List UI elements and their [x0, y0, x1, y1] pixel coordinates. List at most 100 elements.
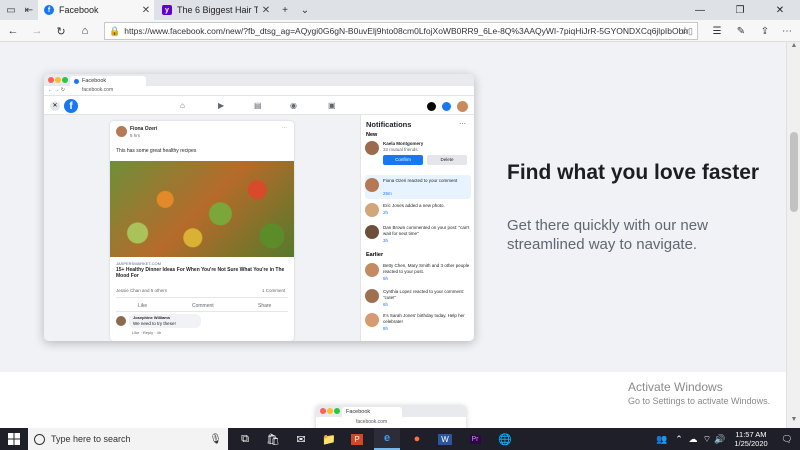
notifications-title: Notifications — [366, 120, 412, 129]
onedrive-cloud-icon[interactable]: ☁ — [686, 428, 700, 450]
preview-tab: Facebook — [70, 76, 146, 86]
profile-avatar — [457, 101, 468, 112]
scroll-up-arrow-icon[interactable]: ▲ — [787, 42, 800, 54]
maximize-button[interactable]: ❐ — [720, 0, 760, 20]
notification-item: Dan Brown commented on your post: "can't… — [365, 225, 471, 249]
forward-arrow-icon[interactable]: → — [28, 22, 46, 40]
second-preview-image: Facebook facebook.com — [316, 405, 466, 428]
facebook-f-icon: f — [44, 5, 54, 15]
people-icon[interactable]: 👥 — [654, 428, 670, 450]
edge-browser-icon[interactable]: e — [374, 428, 400, 450]
close-window-button[interactable]: ✕ — [760, 0, 800, 20]
preview-post: Fiona Ozeri 5 hrs ⋯ This has some great … — [110, 121, 294, 341]
yahoo-y-icon: y — [162, 5, 172, 15]
home-icon[interactable]: ⌂ — [76, 22, 94, 40]
taskbar-search-box[interactable]: Type here to search 🎙 — [28, 428, 228, 450]
post-menu-icon: ⋯ — [282, 125, 287, 131]
tab-hair-trends[interactable]: y The 6 Biggest Hair Trends fo ✕ — [156, 0, 274, 20]
tab-manager-icon[interactable]: ▭ — [2, 0, 20, 20]
word-document-icon[interactable]: W — [432, 428, 458, 450]
post-text: This has some great healthy recipes — [116, 148, 197, 154]
comment-text: We need to try these! — [133, 321, 176, 326]
windows-logo-icon — [8, 433, 20, 445]
volume-icon[interactable]: 🔊 — [713, 428, 727, 450]
facebook-preview-image: Facebook ← → ↻ facebook.com ✕ f ⌂ ▶ ▤ ◉ … — [44, 74, 474, 341]
notification-text: Fiona Ozeri reacted to your comment — [383, 178, 458, 183]
taskbar: Type here to search 🎙 ⧉ 🛍 ✉ 📁 P e ● W Pr… — [0, 428, 800, 450]
notifications-bell-icon — [442, 102, 451, 111]
request-mutual: 32 mutual friends — [383, 147, 418, 152]
favorites-list-icon[interactable]: ☰ — [708, 22, 726, 40]
set-aside-tabs-icon[interactable]: ⇤ — [20, 0, 38, 20]
divider — [116, 297, 288, 298]
preview-notifications-panel: Notifications ⋯ New Kaela Montgomery 32 … — [360, 115, 474, 341]
notes-pen-icon[interactable]: ✎ — [732, 22, 750, 40]
notification-time: 8h — [383, 326, 389, 331]
address-bar: ← → ↻ ⌂ 🔒 https://www.facebook.com/new/?… — [0, 20, 800, 42]
close-tab-icon[interactable]: ✕ — [138, 5, 154, 16]
close-dot-icon — [320, 408, 326, 414]
scroll-down-arrow-icon[interactable]: ▼ — [787, 416, 800, 428]
show-hidden-icons-chevron[interactable]: ⌃ — [672, 428, 686, 450]
notification-text: Cynthia Lopez reacted to your comment: "… — [383, 289, 465, 300]
close-tab-icon[interactable]: ✕ — [258, 5, 274, 16]
avatar — [116, 316, 126, 326]
preview-facebook-header: ✕ f ⌂ ▶ ▤ ◉ ▣ — [44, 97, 474, 115]
more-dots-icon: ⋯ — [459, 121, 466, 128]
marketplace-icon: ▤ — [254, 101, 262, 110]
more-dots-icon[interactable]: ⋯ — [778, 22, 796, 40]
preview-address-bar: ← → ↻ facebook.com — [44, 86, 474, 96]
preview-tab-strip: Facebook — [316, 405, 466, 417]
tab-facebook[interactable]: f Facebook ✕ — [38, 0, 154, 20]
avatar — [365, 289, 379, 303]
tab-title: Facebook — [59, 5, 99, 15]
notification-text: Dan Brown commented on your post: "can't… — [383, 225, 470, 236]
facebook-logo-icon: f — [64, 99, 78, 113]
notification-time: 2h — [383, 210, 389, 215]
preview-nav-icons: ← → ↻ — [48, 87, 65, 93]
avatar — [365, 263, 379, 277]
avatar — [365, 203, 379, 217]
minimize-dot-icon — [55, 77, 61, 83]
notification-time: 5h — [383, 276, 389, 281]
link-title: 15+ Healthy Dinner Ideas For When You're… — [116, 267, 285, 279]
file-explorer-icon[interactable]: 📁 — [316, 428, 342, 450]
scroll-thumb[interactable] — [790, 132, 798, 212]
notification-item: Cynthia Lopez reacted to your comment: "… — [365, 289, 471, 311]
refresh-icon[interactable]: ↻ — [52, 22, 70, 40]
page-scrollbar[interactable]: ▲ ▼ — [786, 42, 800, 428]
photos-app-icon[interactable]: 🌐 — [492, 428, 518, 450]
firefox-icon[interactable]: ● — [404, 428, 430, 450]
page-content: Facebook ← → ↻ facebook.com ✕ f ⌂ ▶ ▤ ◉ … — [0, 42, 786, 428]
preview-tab: Facebook — [342, 407, 402, 417]
notification-time: 6h — [383, 302, 389, 307]
action-center-icon[interactable]: 🗨 — [778, 428, 796, 450]
task-view-icon[interactable]: ⧉ — [232, 428, 258, 450]
notification-text: Eric Jones added a new photo. — [383, 203, 445, 208]
wifi-icon[interactable]: ⌔ — [700, 428, 714, 450]
microphone-icon[interactable]: 🎙 — [209, 434, 222, 445]
start-button[interactable] — [0, 428, 28, 450]
clock-time: 11:57 AM — [735, 430, 767, 439]
post-photo-vegetables — [110, 161, 294, 257]
maximize-dot-icon — [62, 77, 68, 83]
post-comments-count: 1 Comment — [262, 288, 286, 293]
powerpoint-icon[interactable]: P — [344, 428, 370, 450]
notification-item: Eric Jones added a new photo. 2h — [365, 203, 471, 223]
mail-icon[interactable]: ✉ — [288, 428, 314, 450]
back-arrow-icon[interactable]: ← — [4, 22, 22, 40]
groups-icon: ◉ — [290, 101, 297, 110]
home-icon: ⌂ — [180, 101, 185, 110]
share-icon[interactable]: ⇪ — [756, 22, 774, 40]
tab-preview-button[interactable]: ⌄ — [296, 0, 314, 20]
taskbar-clock[interactable]: 11:57 AM 1/25/2020 — [726, 430, 776, 448]
minimize-button[interactable]: — — [680, 0, 720, 20]
url-field[interactable]: 🔒 https://www.facebook.com/new/?fb_dtsg_… — [104, 22, 698, 40]
microsoft-store-icon[interactable]: 🛍 — [260, 428, 286, 450]
new-tab-button[interactable]: + — [276, 0, 294, 20]
notification-text: Betty Chen, Mary Smith and 3 other peopl… — [383, 263, 470, 274]
favorite-star-icon[interactable]: ☆ — [676, 22, 694, 40]
preview-tab-title: Facebook — [82, 78, 107, 84]
comment-author: Josephine Williams — [133, 315, 171, 320]
premiere-icon[interactable]: Pr — [462, 428, 488, 450]
